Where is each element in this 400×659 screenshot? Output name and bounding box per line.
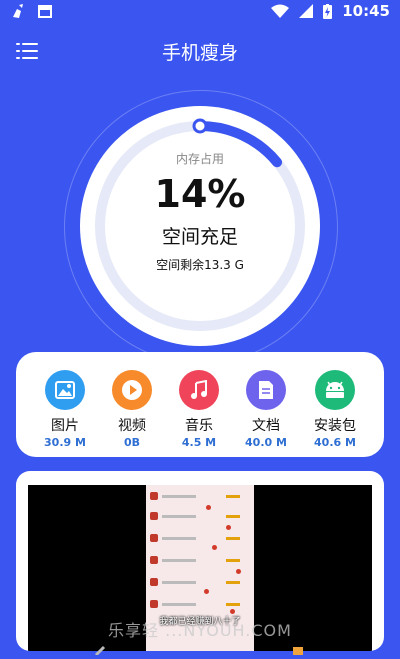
status-bar: 10:45 xyxy=(0,0,400,24)
usage-percent: 14% xyxy=(154,172,246,216)
category-videos[interactable]: 视频 0B xyxy=(97,370,167,449)
watermark: 乐享轻 ...NYOUH.COM xyxy=(108,621,292,640)
page-title: 手机瘦身 xyxy=(161,42,238,64)
category-images[interactable]: 图片 30.9 M xyxy=(30,370,100,449)
space-remaining: 空间剩余13.3 G xyxy=(156,258,244,272)
category-name: 视频 xyxy=(118,418,146,434)
play-icon xyxy=(122,380,142,400)
category-icon xyxy=(179,370,219,410)
nav-hint-left-icon xyxy=(94,640,106,657)
memory-usage-label: 内存占用 xyxy=(175,152,224,166)
category-size: 40.0 M xyxy=(245,436,287,449)
category-apks[interactable]: 安装包 40.6 M xyxy=(300,370,370,449)
wifi-icon xyxy=(271,4,290,18)
storage-summary: 内存占用 14% 空间充足 空间剩余13.3 G xyxy=(80,106,320,346)
music-icon xyxy=(191,380,207,399)
android-icon xyxy=(326,381,344,398)
store-notification-icon xyxy=(38,5,52,18)
space-status: 空间充足 xyxy=(161,226,238,248)
image-icon xyxy=(55,381,75,399)
category-name: 音乐 xyxy=(185,418,213,434)
file-categories-card: 图片 30.9 M 视频 0B 音乐 4.5 M 文档 40.0 M 安装包 4… xyxy=(16,352,384,457)
category-icon xyxy=(45,370,85,410)
category-music[interactable]: 音乐 4.5 M xyxy=(164,370,234,449)
clock: 10:45 xyxy=(342,2,390,20)
category-size: 40.6 M xyxy=(314,436,356,449)
category-size: 30.9 M xyxy=(44,436,86,449)
nav-hint-right-icon xyxy=(292,640,304,655)
category-name: 图片 xyxy=(51,418,79,434)
document-icon xyxy=(259,381,273,399)
category-icon xyxy=(315,370,355,410)
battery-charging-icon xyxy=(323,3,333,19)
category-icon xyxy=(246,370,286,410)
category-size: 0B xyxy=(123,436,141,449)
category-name: 安装包 xyxy=(314,418,356,434)
category-icon xyxy=(112,370,152,410)
broom-notification-icon xyxy=(13,4,23,18)
category-size: 4.5 M xyxy=(181,436,217,449)
signal-icon xyxy=(299,4,314,18)
category-name: 文档 xyxy=(252,418,280,434)
category-documents[interactable]: 文档 40.0 M xyxy=(231,370,301,449)
